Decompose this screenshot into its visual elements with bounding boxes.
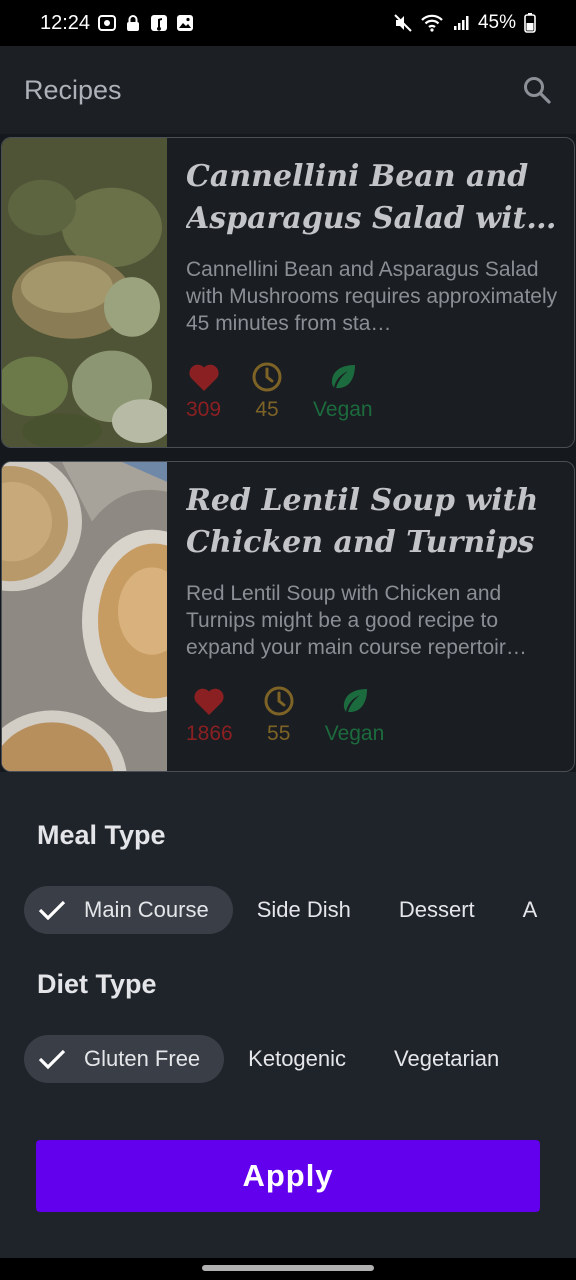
navigation-bar (0, 1258, 576, 1280)
recipe-image (2, 462, 167, 771)
chip-label: Gluten Free (84, 1046, 201, 1071)
chip-partial[interactable]: A (499, 886, 562, 934)
meal-type-chips: Main Course Side Dish Dessert A (24, 886, 561, 934)
recipe-card[interactable]: Red Lentil Soup with Chicken and Turnips… (1, 461, 575, 772)
status-bar: 12:24 45% (0, 0, 576, 46)
chip-label: A (522, 897, 538, 922)
battery-icon (524, 13, 536, 33)
minutes-value: 45 (255, 398, 279, 421)
chip-dessert[interactable]: Dessert (375, 886, 499, 934)
image-icon (176, 14, 194, 32)
top-app-bar: Recipes (0, 46, 576, 134)
diet-label: Vegan (313, 398, 373, 421)
status-left: 12:24 (40, 12, 194, 35)
clock-icon (263, 684, 295, 718)
recipe-card-body: Cannellini Bean and Asparagus Salad with… (186, 138, 558, 421)
lock-icon (124, 14, 142, 32)
likes-stat: 309 (186, 360, 221, 422)
likes-count: 309 (186, 398, 222, 421)
battery-percent: 45% (477, 12, 516, 33)
chip-label: Side Dish (256, 897, 351, 922)
diet-type-heading: Diet Type (37, 969, 157, 999)
minutes-value: 55 (267, 722, 291, 745)
status-time: 12:24 (40, 11, 91, 34)
search-icon[interactable] (522, 75, 552, 105)
check-icon (34, 896, 70, 924)
clock-icon (251, 360, 283, 394)
wifi-icon (420, 14, 444, 32)
recipe-title: Cannellini Bean and Asparagus Salad with… (186, 159, 549, 236)
meal-type-heading: Meal Type (37, 820, 166, 850)
status-right: 45% (394, 12, 536, 34)
recipe-image (2, 138, 167, 447)
signal-icon (452, 14, 470, 32)
recipe-description: Red Lentil Soup with Chicken and Turnips… (186, 582, 527, 659)
chip-label: Main Course (84, 897, 209, 922)
heart-icon (188, 360, 220, 394)
apply-button[interactable]: Apply (36, 1140, 540, 1212)
mute-icon (394, 14, 412, 32)
likes-stat: 1866 (186, 684, 233, 746)
chip-main-course[interactable]: Main Course (24, 886, 233, 934)
chip-label: Dessert (398, 897, 475, 922)
leaf-icon (340, 684, 370, 718)
check-icon (34, 1045, 70, 1073)
heart-icon (193, 684, 225, 718)
recipe-card-body: Red Lentil Soup with Chicken and Turnips… (186, 462, 558, 745)
chip-ketogenic[interactable]: Ketogenic (224, 1035, 370, 1083)
chip-vegetarian[interactable]: Vegetarian (370, 1035, 523, 1083)
time-stat: 55 (263, 684, 295, 746)
likes-count: 1866 (186, 722, 233, 745)
recipe-stats: 309 45 Vegan (186, 360, 373, 422)
home-gesture-handle[interactable] (202, 1265, 374, 1271)
diet-type-chips: Gluten Free Ketogenic Vegetarian (24, 1035, 523, 1083)
time-stat: 45 (251, 360, 283, 422)
screen-record-icon (98, 14, 117, 32)
page-title: Recipes (24, 74, 122, 105)
chip-gluten-free[interactable]: Gluten Free (24, 1035, 225, 1083)
chip-label: Vegetarian (394, 1046, 500, 1071)
diet-stat: Vegan (313, 360, 373, 422)
recipe-title: Red Lentil Soup with Chicken and Turnips (186, 483, 539, 560)
music-note-icon (150, 14, 168, 32)
recipe-card[interactable]: Cannellini Bean and Asparagus Salad with… (1, 137, 575, 448)
diet-stat: Vegan (324, 684, 385, 746)
recipe-stats: 1866 55 Vegan (186, 684, 384, 746)
leaf-icon (328, 360, 358, 394)
recipe-description: Cannellini Bean and Asparagus Salad with… (186, 258, 558, 335)
chip-side-dish[interactable]: Side Dish (233, 886, 375, 934)
diet-label: Vegan (324, 722, 385, 745)
chip-label: Ketogenic (248, 1046, 347, 1071)
